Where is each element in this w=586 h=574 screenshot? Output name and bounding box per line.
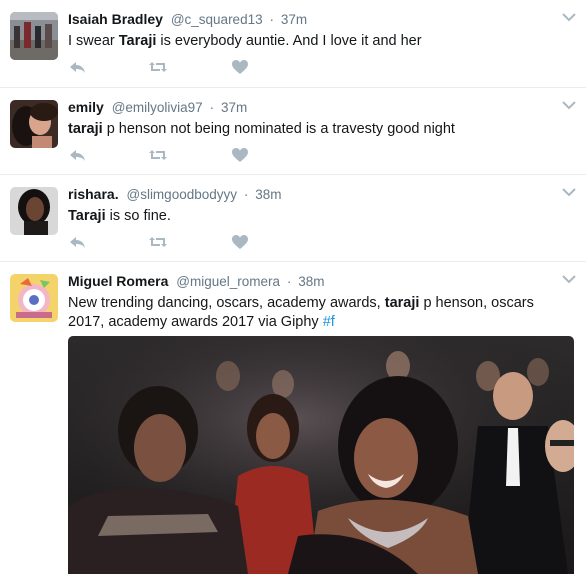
avatar[interactable] (10, 100, 58, 148)
reply-icon[interactable] (68, 234, 88, 250)
timestamp[interactable]: 38m (298, 274, 324, 289)
separator: · (286, 274, 292, 289)
user-handle[interactable]: @emilyolivia97 (112, 100, 203, 115)
user-handle[interactable]: @miguel_romera (176, 274, 280, 289)
tweet-2[interactable]: emily @emilyolivia97 · 37m taraji p hens… (0, 88, 586, 175)
user-handle[interactable]: @c_squared13 (171, 12, 263, 27)
retweet-icon[interactable] (148, 59, 168, 75)
display-name[interactable]: Isaiah Bradley (68, 11, 163, 27)
tweet-text: taraji p henson not being nominated is a… (68, 121, 455, 137)
timestamp[interactable]: 37m (281, 12, 307, 27)
tweet-text: New trending dancing, oscars, academy aw… (68, 295, 534, 330)
user-handle[interactable]: @slimgoodbodyyy (126, 187, 237, 202)
chevron-down-icon[interactable] (562, 274, 576, 284)
retweet-icon[interactable] (148, 234, 168, 250)
chevron-down-icon[interactable] (562, 187, 576, 197)
separator: · (243, 187, 249, 202)
avatar[interactable] (10, 274, 58, 322)
reply-icon[interactable] (68, 147, 88, 163)
reply-icon[interactable] (68, 59, 88, 75)
separator: · (269, 12, 274, 27)
timestamp[interactable]: 38m (255, 187, 281, 202)
tweet-1[interactable]: Isaiah Bradley @c_squared13 · 37m I swea… (0, 0, 586, 88)
avatar[interactable] (10, 12, 58, 60)
chevron-down-icon[interactable] (562, 100, 576, 110)
display-name[interactable]: rishara. (68, 186, 119, 202)
like-icon[interactable] (230, 59, 250, 75)
retweet-icon[interactable] (148, 147, 168, 163)
like-icon[interactable] (230, 234, 250, 250)
tweet-text: Taraji is so fine. (68, 208, 171, 224)
tweet-3[interactable]: rishara. @slimgoodbodyyy · 38m Taraji is… (0, 175, 586, 262)
display-name[interactable]: emily (68, 99, 104, 115)
tweet-text: I swear Taraji is everybody auntie. And … (68, 33, 422, 49)
hashtag-link[interactable]: #f (323, 314, 335, 330)
separator: · (209, 100, 215, 115)
timestamp[interactable]: 37m (221, 100, 247, 115)
chevron-down-icon[interactable] (562, 12, 576, 22)
display-name[interactable]: Miguel Romera (68, 273, 168, 289)
tweet-media-gif[interactable] (68, 336, 574, 574)
like-icon[interactable] (230, 147, 250, 163)
avatar[interactable] (10, 187, 58, 235)
